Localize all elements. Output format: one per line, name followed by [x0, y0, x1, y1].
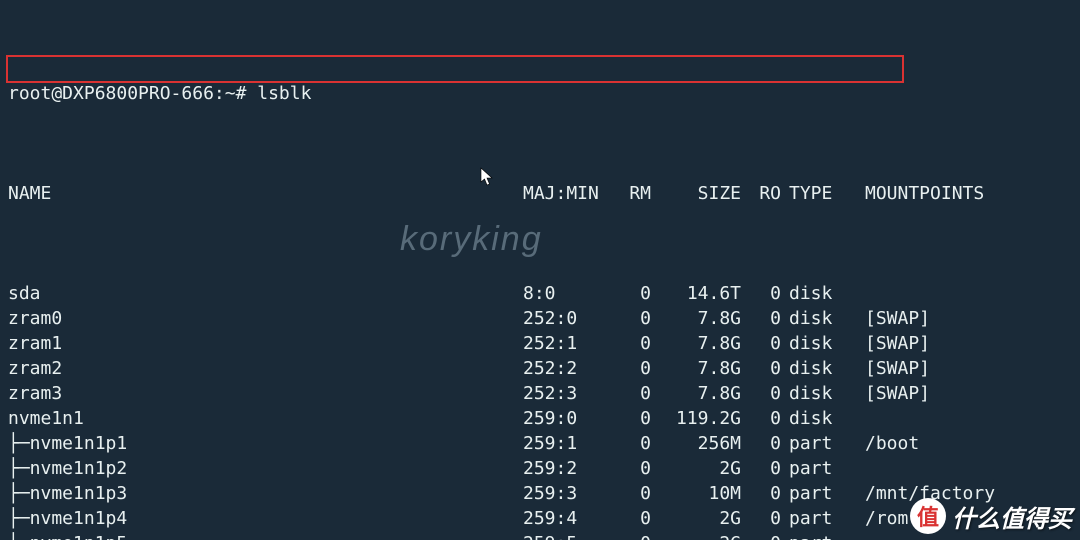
device-name: ├─nvme1n1p5 — [8, 531, 523, 540]
terminal-output: root@DXP6800PRO-666:~# lsblk NAME MAJ:MI… — [0, 0, 1080, 540]
table-row: ├─nvme1n1p2259:202G0part — [8, 456, 1072, 481]
lsblk-header: NAME MAJ:MIN RM SIZE RO TYPE MOUNTPOINTS — [8, 181, 1072, 206]
table-row: nvme1n1259:00119.2G0disk — [8, 406, 1072, 431]
badge-circle-icon: 值 — [910, 498, 946, 534]
hdr-rm: RM — [603, 181, 651, 206]
mountpoint: [SWAP] — [851, 331, 1051, 356]
size: 2G — [651, 456, 741, 481]
type: disk — [781, 331, 851, 356]
device-name: zram2 — [8, 356, 523, 381]
ro: 0 — [741, 506, 781, 531]
type: part — [781, 481, 851, 506]
size: 7.8G — [651, 381, 741, 406]
type: disk — [781, 356, 851, 381]
hdr-type: TYPE — [781, 181, 851, 206]
rm: 0 — [603, 531, 651, 540]
size: 256M — [651, 431, 741, 456]
rm: 0 — [603, 431, 651, 456]
ro: 0 — [741, 531, 781, 540]
type: part — [781, 506, 851, 531]
rm: 0 — [603, 506, 651, 531]
majmin: 252:3 — [523, 381, 603, 406]
ro: 0 — [741, 306, 781, 331]
source-badge: 值 什么值得买 — [910, 498, 1072, 534]
type: disk — [781, 406, 851, 431]
rm: 0 — [603, 381, 651, 406]
rm: 0 — [603, 281, 651, 306]
size: 7.8G — [651, 356, 741, 381]
size: 10M — [651, 481, 741, 506]
rm: 0 — [603, 406, 651, 431]
hdr-mountpoints: MOUNTPOINTS — [851, 181, 1051, 206]
table-row: zram1252:107.8G0disk[SWAP] — [8, 331, 1072, 356]
type: part — [781, 456, 851, 481]
size: 2G — [651, 531, 741, 540]
rm: 0 — [603, 306, 651, 331]
majmin: 259:4 — [523, 506, 603, 531]
command: lsblk — [257, 83, 311, 104]
size: 119.2G — [651, 406, 741, 431]
rm: 0 — [603, 456, 651, 481]
ro: 0 — [741, 281, 781, 306]
type: part — [781, 431, 851, 456]
device-name: zram3 — [8, 381, 523, 406]
majmin: 252:2 — [523, 356, 603, 381]
ro: 0 — [741, 481, 781, 506]
device-name: zram1 — [8, 331, 523, 356]
ro: 0 — [741, 456, 781, 481]
majmin: 259:1 — [523, 431, 603, 456]
hdr-size: SIZE — [651, 181, 741, 206]
majmin: 252:0 — [523, 306, 603, 331]
majmin: 259:3 — [523, 481, 603, 506]
device-name: nvme1n1 — [8, 406, 523, 431]
majmin: 8:0 — [523, 281, 603, 306]
ro: 0 — [741, 406, 781, 431]
rm: 0 — [603, 481, 651, 506]
table-row: zram2252:207.8G0disk[SWAP] — [8, 356, 1072, 381]
hdr-majmin: MAJ:MIN — [523, 181, 603, 206]
device-name: zram0 — [8, 306, 523, 331]
rm: 0 — [603, 356, 651, 381]
rm: 0 — [603, 331, 651, 356]
prompt-line-1: root@DXP6800PRO-666:~# lsblk — [8, 81, 1072, 106]
table-row: zram0252:007.8G0disk[SWAP] — [8, 306, 1072, 331]
device-name: ├─nvme1n1p2 — [8, 456, 523, 481]
ro: 0 — [741, 331, 781, 356]
mountpoint — [851, 281, 1051, 306]
table-row: zram3252:307.8G0disk[SWAP] — [8, 381, 1072, 406]
table-row: sda8:0014.6T0disk — [8, 281, 1072, 306]
size: 14.6T — [651, 281, 741, 306]
device-name: sda — [8, 281, 523, 306]
mountpoint — [851, 406, 1051, 431]
majmin: 259:2 — [523, 456, 603, 481]
table-row: ├─nvme1n1p1259:10256M0part/boot — [8, 431, 1072, 456]
device-name: ├─nvme1n1p4 — [8, 506, 523, 531]
shell-prompt: root@DXP6800PRO-666:~# — [8, 83, 257, 104]
ro: 0 — [741, 356, 781, 381]
ro: 0 — [741, 381, 781, 406]
type: disk — [781, 381, 851, 406]
size: 7.8G — [651, 331, 741, 356]
type: disk — [781, 281, 851, 306]
mountpoint: /boot — [851, 431, 1051, 456]
badge-text: 什么值得买 — [952, 499, 1072, 534]
type: part — [781, 531, 851, 540]
ro: 0 — [741, 431, 781, 456]
hdr-ro: RO — [741, 181, 781, 206]
size: 2G — [651, 506, 741, 531]
mountpoint: [SWAP] — [851, 381, 1051, 406]
mountpoint: [SWAP] — [851, 306, 1051, 331]
mountpoint — [851, 456, 1051, 481]
device-name: ├─nvme1n1p1 — [8, 431, 523, 456]
size: 7.8G — [651, 306, 741, 331]
device-name: ├─nvme1n1p3 — [8, 481, 523, 506]
type: disk — [781, 306, 851, 331]
majmin: 259:5 — [523, 531, 603, 540]
hdr-name: NAME — [8, 181, 523, 206]
mountpoint: [SWAP] — [851, 356, 1051, 381]
majmin: 252:1 — [523, 331, 603, 356]
majmin: 259:0 — [523, 406, 603, 431]
